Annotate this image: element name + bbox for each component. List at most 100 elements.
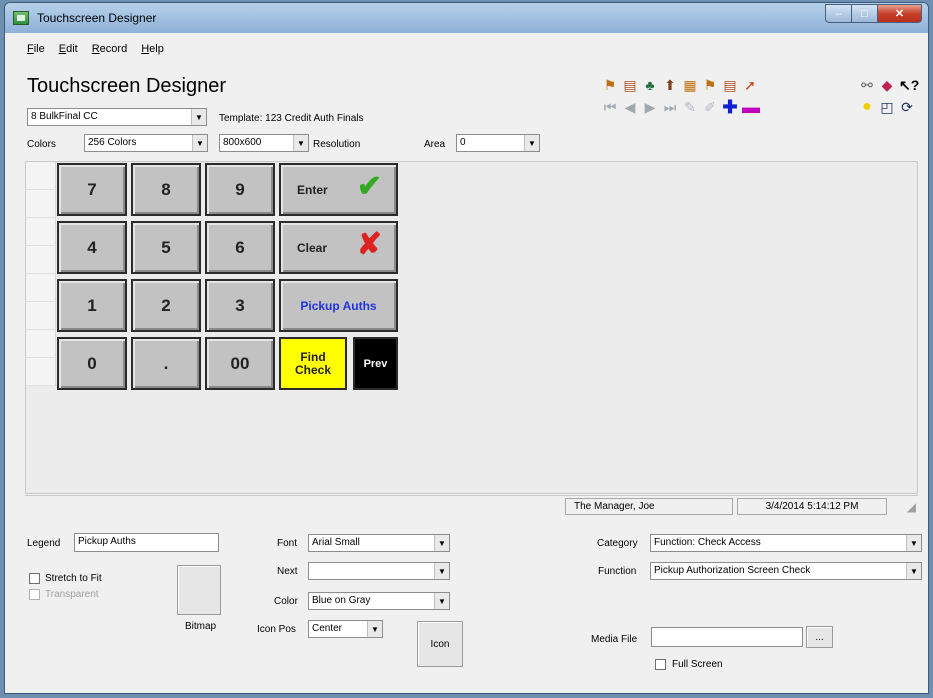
last-record-icon[interactable]: ⏭ [662, 99, 678, 115]
media-file-label: Media File [591, 634, 638, 645]
legend-input[interactable]: Pickup Auths [74, 533, 219, 552]
window-controls: – □ ✕ [825, 4, 922, 23]
key-00[interactable]: 00 [205, 337, 275, 390]
chevron-down-icon: ▼ [434, 563, 449, 579]
status-bar: The Manager, Joe 3/4/2014 5:14:12 PM ◢ [25, 495, 918, 515]
menu-record[interactable]: Record [92, 43, 127, 55]
arrow-icon[interactable]: ➚ [742, 77, 758, 93]
title-bar[interactable]: Touchscreen Designer – □ ✕ [5, 3, 928, 33]
flag-icon[interactable]: ⚑ [602, 77, 618, 93]
menu-bar: File Edit Record Help [19, 39, 914, 59]
full-screen-checkbox[interactable] [655, 659, 666, 670]
key-6[interactable]: 6 [205, 221, 275, 274]
refresh-icon[interactable]: ⟳ [899, 99, 915, 115]
color-label: Color [274, 596, 298, 607]
chevron-down-icon: ▼ [434, 535, 449, 551]
screen-select[interactable]: 8 BulkFinal CC ▼ [27, 108, 207, 126]
chevron-down-icon: ▼ [906, 535, 921, 551]
page-icon[interactable]: ▤ [622, 77, 638, 93]
lightbulb-icon[interactable]: ● [859, 99, 875, 115]
color-select[interactable]: Blue on Gray ▼ [308, 592, 450, 610]
key-7[interactable]: 7 [57, 163, 127, 216]
chevron-down-icon: ▼ [524, 135, 539, 151]
maximize-button[interactable]: □ [852, 4, 878, 23]
stretch-to-fit-label: Stretch to Fit [45, 573, 102, 584]
enter-button[interactable]: Enter ✔ [279, 163, 398, 216]
flag-icon[interactable]: ⚑ [702, 77, 718, 93]
minimize-button[interactable]: – [825, 4, 852, 23]
area-select[interactable]: 0 ▼ [456, 134, 540, 152]
key-2[interactable]: 2 [131, 279, 201, 332]
window-title: Touchscreen Designer [37, 11, 157, 25]
first-record-icon[interactable]: ⏮ [602, 99, 618, 115]
delete-record-icon[interactable]: ▬ [742, 98, 760, 116]
close-button[interactable]: ✕ [878, 4, 922, 23]
menu-help[interactable]: Help [141, 43, 164, 55]
category-select[interactable]: Function: Check Access ▼ [650, 534, 922, 552]
icon-pos-label: Icon Pos [257, 624, 296, 635]
key-9[interactable]: 9 [205, 163, 275, 216]
add-record-icon[interactable]: ✚ [722, 98, 738, 116]
function-select[interactable]: Pickup Authorization Screen Check ▼ [650, 562, 922, 580]
next-select[interactable]: ▼ [308, 562, 450, 580]
edit-record-icon[interactable]: ✎ [682, 99, 698, 115]
window-icon[interactable]: ◰ [879, 99, 895, 115]
icon-pos-select[interactable]: Center ▼ [308, 620, 383, 638]
resolution-label: Resolution [313, 139, 361, 150]
cancel-edit-icon[interactable]: ✐ [702, 99, 718, 115]
next-record-icon[interactable]: ▶ [642, 99, 658, 115]
key-1[interactable]: 1 [57, 279, 127, 332]
enter-label: Enter [297, 182, 328, 197]
bitmap-preview-button[interactable] [177, 565, 221, 615]
category-label: Category [597, 538, 638, 549]
chevron-down-icon: ▼ [367, 621, 382, 637]
next-label: Next [277, 566, 298, 577]
key-decimal[interactable]: . [131, 337, 201, 390]
eraser-icon[interactable]: ◆ [879, 77, 895, 93]
binoculars-icon[interactable]: ⚯ [859, 77, 875, 93]
key-3[interactable]: 3 [205, 279, 275, 332]
prev-button[interactable]: Prev [353, 337, 398, 390]
transparent-label: Transparent [45, 589, 99, 600]
pin-icon[interactable]: ⬆ [662, 77, 678, 93]
resolution-select[interactable]: 800x600 ▼ [219, 134, 309, 152]
chevron-down-icon: ▼ [191, 109, 206, 125]
key-5[interactable]: 5 [131, 221, 201, 274]
chevron-down-icon: ▼ [906, 563, 921, 579]
colors-select[interactable]: 256 Colors ▼ [84, 134, 208, 152]
find-check-label: Find Check [294, 349, 332, 377]
grid-icon[interactable]: ▦ [682, 77, 698, 93]
key-0[interactable]: 0 [57, 337, 127, 390]
menu-file[interactable]: File [27, 43, 45, 55]
help-pointer-icon[interactable]: ↖? [899, 77, 919, 93]
checkmark-icon: ✔ [356, 170, 382, 203]
key-4[interactable]: 4 [57, 221, 127, 274]
status-user: The Manager, Joe [565, 498, 733, 515]
icon-button[interactable]: Icon [417, 621, 463, 667]
resize-grip-icon[interactable]: ◢ [907, 500, 916, 514]
area-label: Area [424, 139, 446, 150]
pickup-auths-button[interactable]: Pickup Auths [279, 279, 398, 332]
app-window: Touchscreen Designer – □ ✕ File Edit Rec… [4, 2, 929, 694]
stretch-to-fit-checkbox[interactable] [29, 573, 40, 584]
colors-label: Colors [27, 139, 56, 150]
bitmap-label: Bitmap [185, 621, 217, 632]
x-mark-icon: ✘ [356, 228, 382, 261]
function-label: Function [598, 566, 637, 577]
status-datetime: 3/4/2014 5:14:12 PM [737, 498, 887, 515]
find-check-button[interactable]: Find Check [279, 337, 347, 390]
tree-icon[interactable]: ♣ [642, 77, 658, 93]
browse-button[interactable]: ... [806, 626, 833, 648]
key-8[interactable]: 8 [131, 163, 201, 216]
menu-edit[interactable]: Edit [59, 43, 78, 55]
design-canvas[interactable]: 7 8 9 4 5 6 1 2 3 0 . 00 Enter ✔ Clear ✘… [25, 161, 918, 494]
prev-record-icon[interactable]: ◀ [622, 99, 638, 115]
page-icon[interactable]: ▤ [722, 77, 738, 93]
transparent-checkbox[interactable] [29, 589, 40, 600]
chevron-down-icon: ▼ [293, 135, 308, 151]
media-file-input[interactable] [651, 627, 803, 647]
font-select[interactable]: Arial Small ▼ [308, 534, 450, 552]
chevron-down-icon: ▼ [434, 593, 449, 609]
grid-strip [26, 162, 56, 388]
clear-button[interactable]: Clear ✘ [279, 221, 398, 274]
